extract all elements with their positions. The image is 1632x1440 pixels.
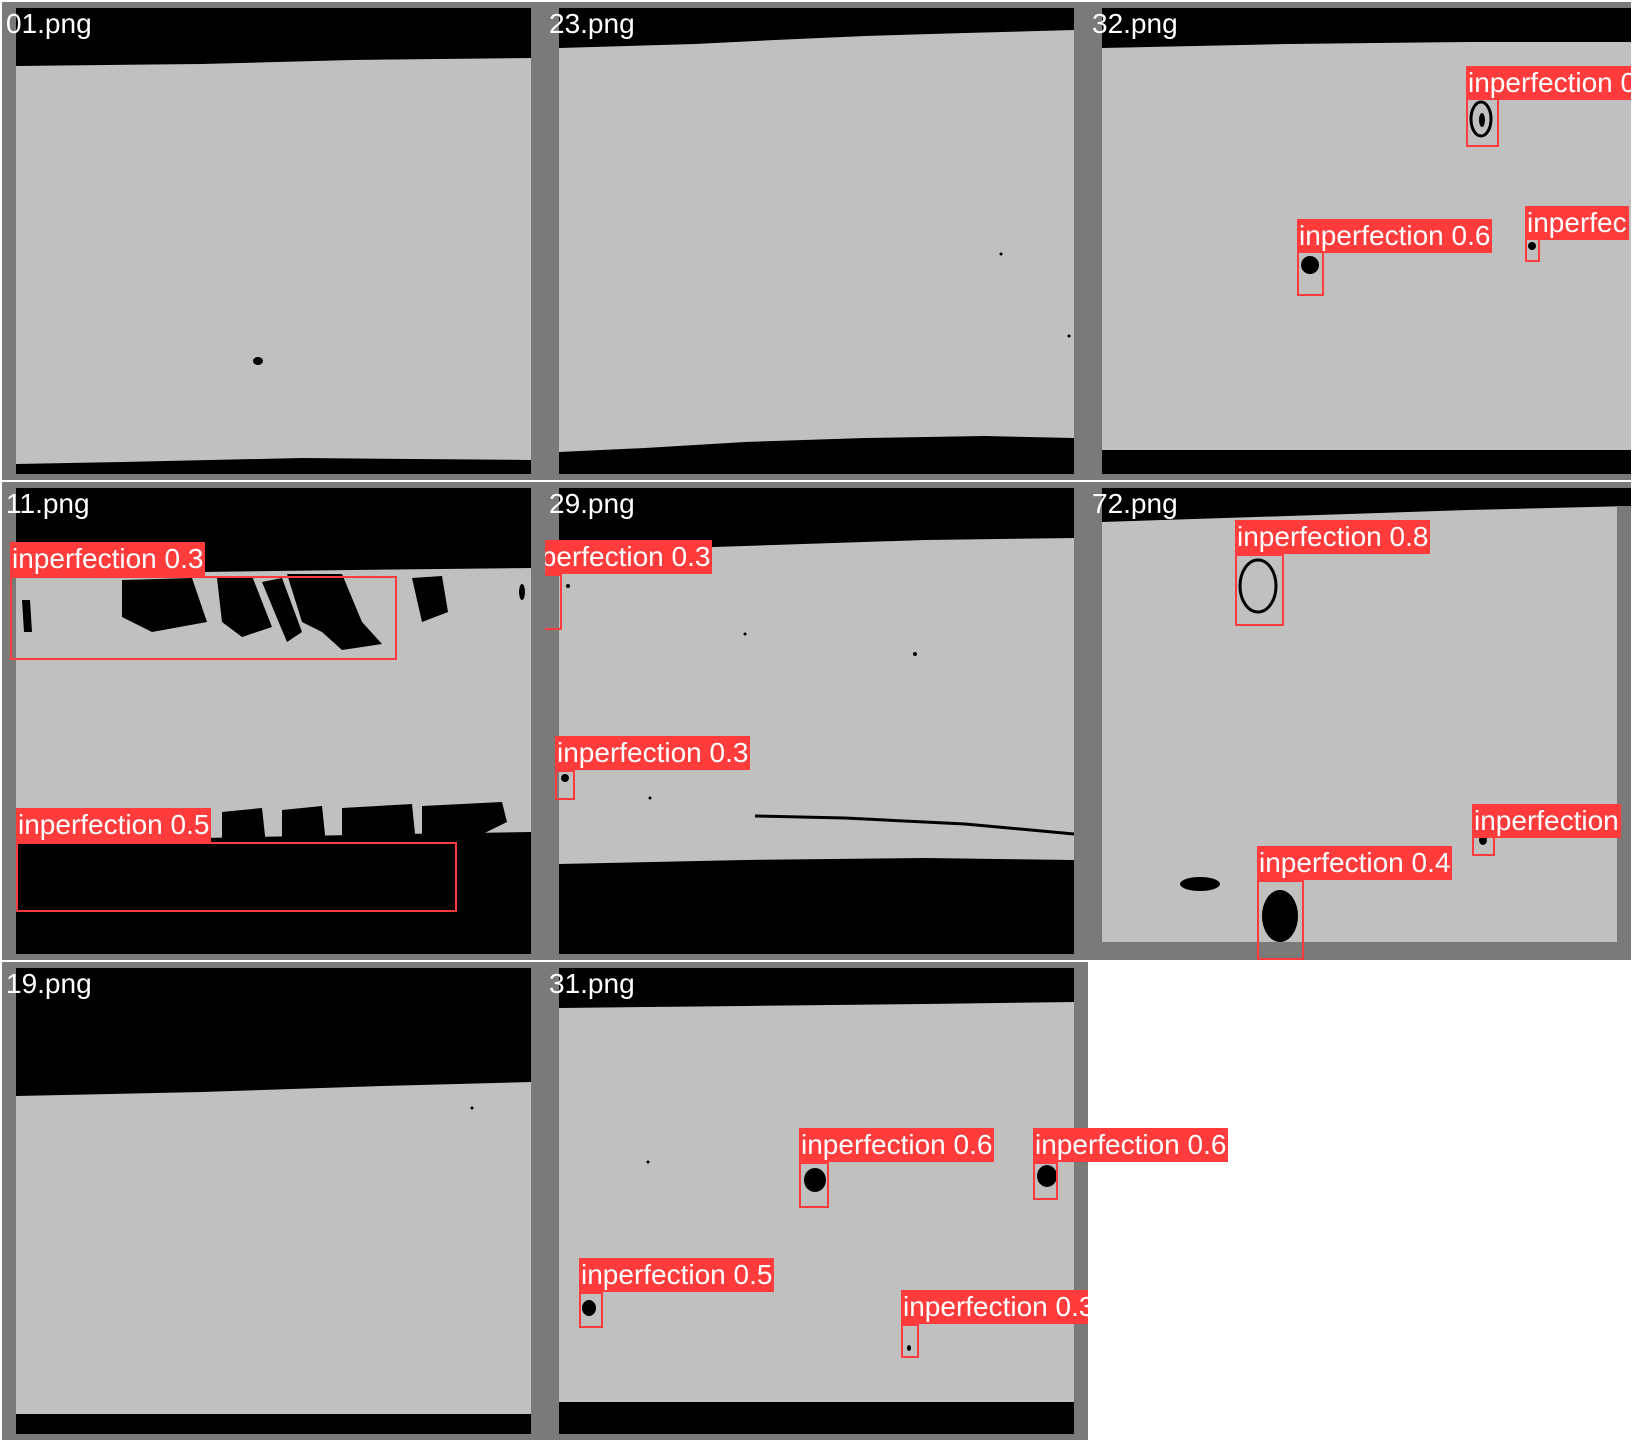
- detection-box[interactable]: [1466, 96, 1499, 147]
- detection-box[interactable]: [901, 1324, 919, 1358]
- detection-label: inperfection 0.6: [1033, 1128, 1229, 1162]
- detection-box[interactable]: [545, 574, 562, 630]
- tile-filename: 19.png: [6, 968, 92, 999]
- tile-filename: 72.png: [1092, 488, 1178, 519]
- detection-label: inperfection 0: [1466, 66, 1631, 100]
- tile-filename: 23.png: [549, 8, 635, 39]
- detection-box[interactable]: [16, 842, 457, 912]
- tile-filename: 01.png: [6, 8, 92, 39]
- tile-23[interactable]: 23.png: [545, 2, 1088, 480]
- detection-label: inperfection: [1472, 804, 1621, 838]
- tile-19[interactable]: 19.png: [2, 962, 545, 1440]
- mosaic-grid: 01.png 23.png 32.png inperfection 0 inpe…: [0, 0, 1632, 1440]
- detection-box[interactable]: [1297, 250, 1324, 296]
- tile-filename: 29.png: [549, 488, 635, 519]
- detection-label: inperfection 0.4: [1257, 846, 1453, 880]
- tile-filename: 32.png: [1092, 8, 1178, 39]
- detection-box[interactable]: [1033, 1162, 1058, 1200]
- tile-72[interactable]: 72.png inperfection 0.8 inperfection inp…: [1088, 482, 1631, 960]
- scan-image: [16, 968, 531, 1434]
- tile-filename: 31.png: [549, 968, 635, 999]
- tile-29[interactable]: 29.png inperfection 0.3 inperfection 0.3: [545, 482, 1088, 960]
- detection-label: inperfection 0.3: [545, 540, 713, 574]
- detection-box[interactable]: [1257, 880, 1304, 960]
- detection-label: inperfection 0.5: [579, 1258, 775, 1292]
- tile-01[interactable]: 01.png: [2, 2, 545, 480]
- detection-box[interactable]: [10, 576, 397, 660]
- detection-label: inperfection 0.6: [799, 1128, 995, 1162]
- tile-filename: 11.png: [6, 488, 90, 519]
- scan-image: [16, 8, 531, 474]
- detection-label: inperfection 0.5: [16, 808, 212, 842]
- detection-label: inperfection 0.8: [1235, 520, 1431, 554]
- detection-label: inperfection 0.3: [555, 736, 751, 770]
- detection-label: inperfection 0.3: [901, 1290, 1088, 1324]
- detection-label: inperfection 0.3: [10, 542, 206, 576]
- detection-box[interactable]: [799, 1162, 829, 1208]
- detection-box[interactable]: [1235, 554, 1284, 626]
- scan-image: [559, 8, 1074, 474]
- detection-label: inperfection 0.6: [1297, 219, 1493, 253]
- tile-11[interactable]: 11.png inperfection 0.3 inperfection 0.5: [2, 482, 545, 960]
- detection-label: inperfec: [1525, 206, 1629, 240]
- detection-box[interactable]: [555, 770, 575, 800]
- tile-31[interactable]: 31.png inperfection 0.6 inperfection 0.5…: [545, 962, 1088, 1440]
- detection-box[interactable]: [579, 1292, 603, 1328]
- tile-32[interactable]: 32.png inperfection 0 inperfection 0.6 i…: [1088, 2, 1631, 480]
